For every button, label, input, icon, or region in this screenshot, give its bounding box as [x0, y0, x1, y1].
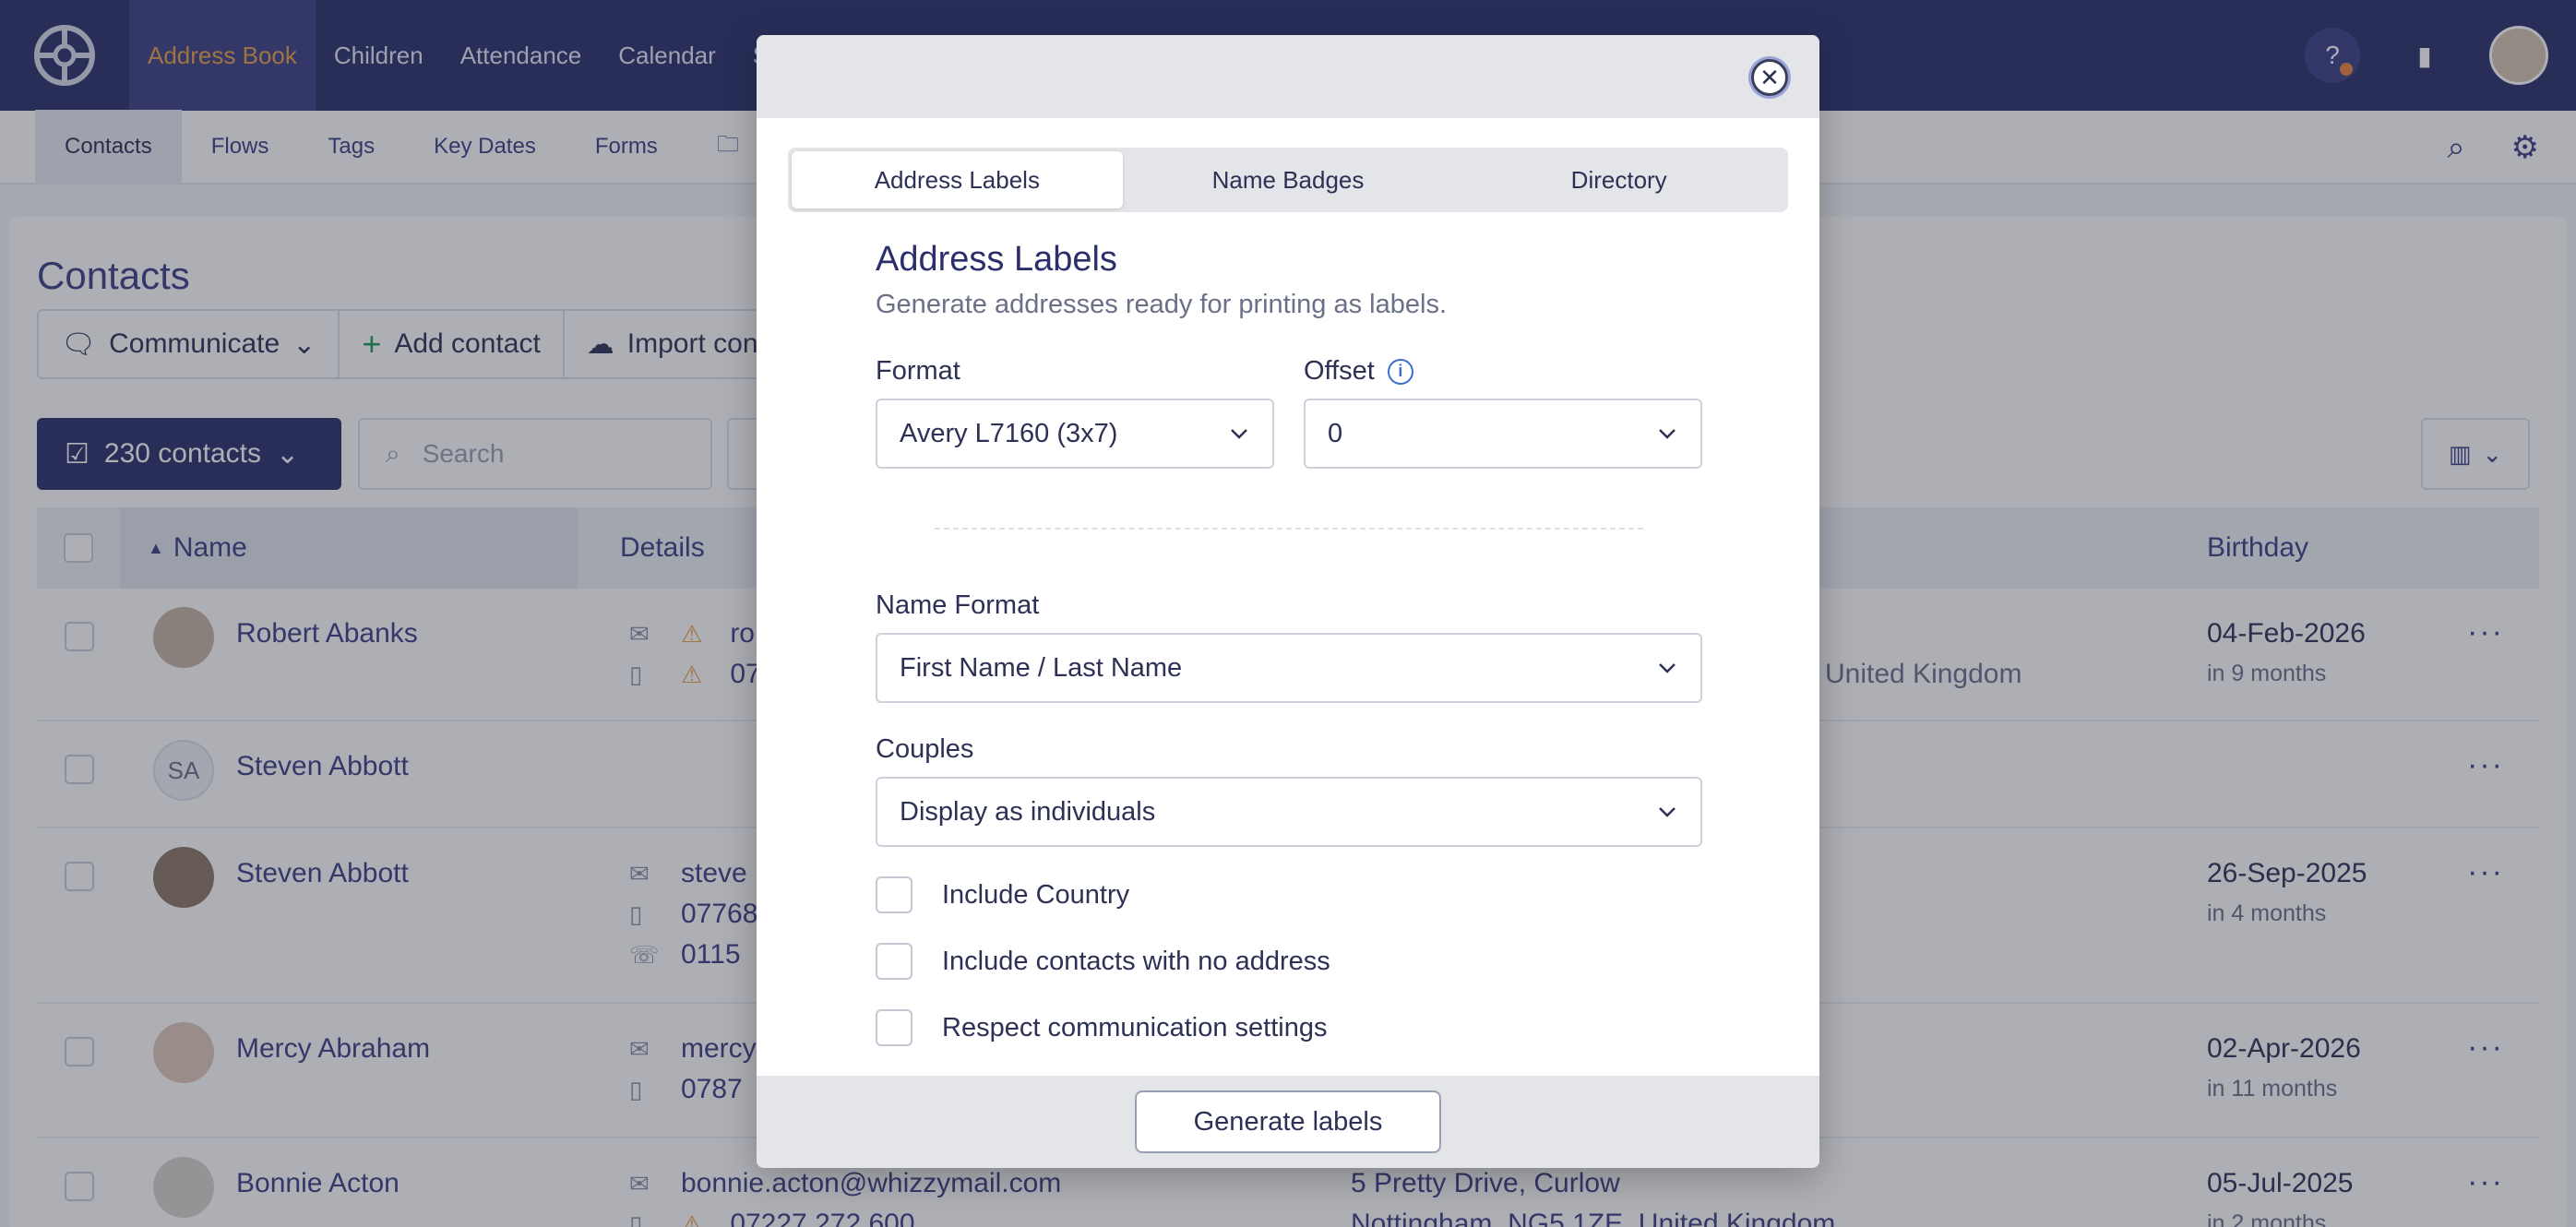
include-country-label: Include Country	[942, 879, 1130, 910]
chevron-down-icon	[1659, 663, 1676, 673]
respect-communication-label: Respect communication settings	[942, 1012, 1328, 1042]
format-select[interactable]: Avery L7160 (3x7)	[876, 399, 1274, 469]
chevron-down-icon	[1659, 429, 1676, 439]
offset-select[interactable]: 0	[1304, 399, 1702, 469]
name-format-label: Name Format	[876, 590, 1040, 620]
section-divider	[935, 528, 1643, 530]
chevron-down-icon	[1231, 429, 1247, 439]
respect-communication-option[interactable]: Respect communication settings	[876, 1009, 1327, 1046]
include-no-address-checkbox[interactable]	[876, 943, 912, 980]
chevron-down-icon	[1659, 807, 1676, 817]
modal-footer: Generate labels	[757, 1076, 1819, 1168]
tab-address-labels[interactable]: Address Labels	[792, 151, 1123, 208]
couples-value: Display as individuals	[900, 796, 1156, 827]
modal-header: ✕	[757, 35, 1819, 118]
respect-communication-checkbox[interactable]	[876, 1009, 912, 1046]
close-icon[interactable]: ✕	[1751, 59, 1788, 96]
include-country-option[interactable]: Include Country	[876, 876, 1129, 913]
name-format-value: First Name / Last Name	[900, 652, 1183, 683]
tab-directory[interactable]: Directory	[1453, 151, 1784, 208]
generate-labels-button[interactable]: Generate labels	[1134, 1090, 1442, 1153]
info-icon[interactable]: i	[1387, 358, 1413, 385]
couples-label: Couples	[876, 734, 974, 764]
couples-select[interactable]: Display as individuals	[876, 777, 1702, 847]
name-format-select[interactable]: First Name / Last Name	[876, 633, 1702, 703]
format-label: Format	[876, 356, 960, 386]
include-no-address-option[interactable]: Include contacts with no address	[876, 943, 1330, 980]
print-labels-dialog: ✕ Address Labels Name Badges Directory A…	[757, 35, 1819, 1168]
format-value: Avery L7160 (3x7)	[900, 418, 1118, 448]
offset-label: Offset i	[1304, 356, 1413, 387]
modal-title: Address Labels	[876, 240, 1117, 279]
modal-tabs: Address Labels Name Badges Directory	[788, 148, 1788, 212]
include-country-checkbox[interactable]	[876, 876, 912, 913]
modal-subtitle: Generate addresses ready for printing as…	[876, 290, 1448, 319]
tab-name-badges[interactable]: Name Badges	[1123, 151, 1454, 208]
offset-value: 0	[1328, 418, 1343, 448]
include-no-address-label: Include contacts with no address	[942, 946, 1330, 976]
